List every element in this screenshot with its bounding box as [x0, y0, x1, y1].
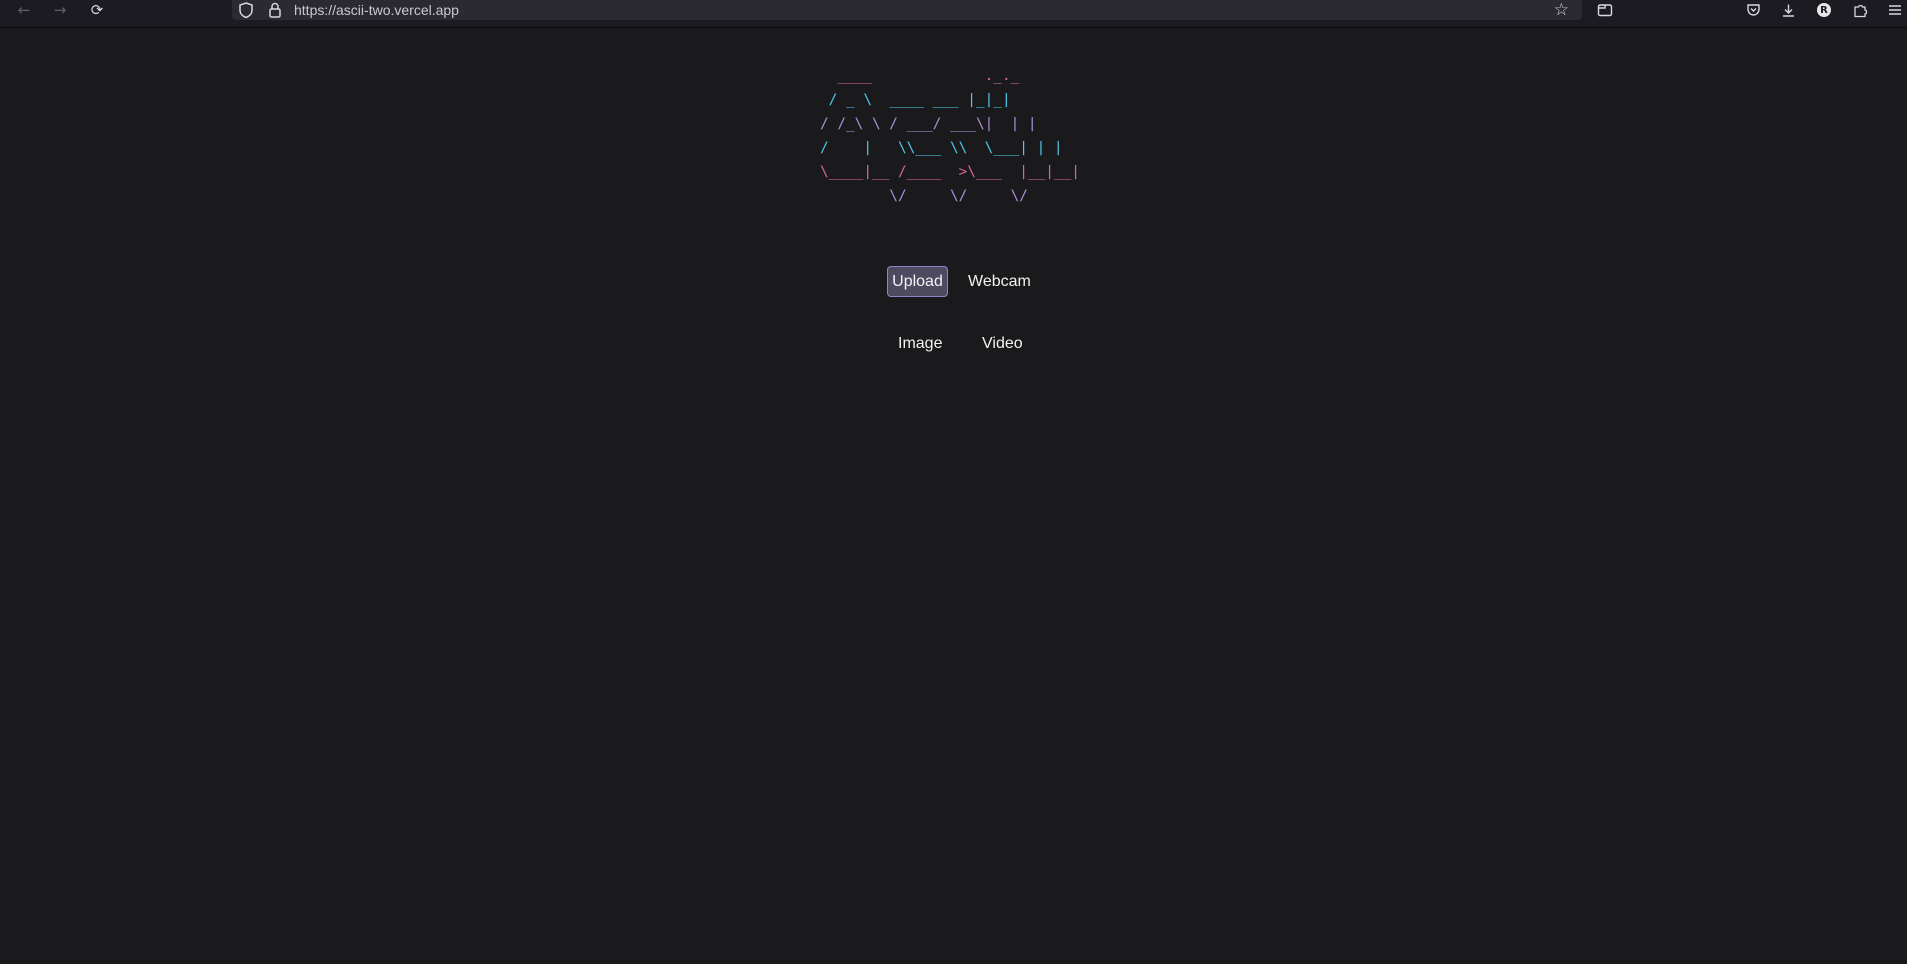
logo-line-5: \____|__ /____ >\___ |__|__|: [820, 164, 1080, 180]
logo-line-1: ____ ._._: [820, 68, 1028, 84]
folder-icon[interactable]: [1596, 1, 1614, 19]
url-text[interactable]: https://ascii-two.vercel.app: [294, 2, 459, 18]
logo-line-3: / /_\ \ / ___/ ___\| | |: [820, 116, 1037, 132]
webcam-button[interactable]: Webcam: [963, 266, 1035, 297]
account-avatar[interactable]: R: [1815, 1, 1833, 19]
browser-toolbar: ← → ⟳ https://ascii-two.vercel.app ☆ R: [0, 0, 1907, 28]
shield-icon[interactable]: [238, 1, 254, 19]
address-bar[interactable]: https://ascii-two.vercel.app ☆: [232, 0, 1582, 20]
ascii-logo: ____ ._._ / _ \ ____ ___ |_|_| / /_\ \ /…: [820, 64, 1080, 208]
download-icon[interactable]: [1779, 1, 1797, 19]
image-button[interactable]: Image: [893, 328, 947, 359]
logo-line-4: / | \\___ \\ \___| | |: [820, 140, 1063, 156]
star-icon[interactable]: ☆: [1554, 0, 1569, 20]
hamburger-icon[interactable]: [1886, 1, 1904, 19]
lock-icon[interactable]: [267, 1, 283, 19]
video-button[interactable]: Video: [977, 328, 1027, 359]
logo-line-2: / _ \ ____ ___ |_|_|: [820, 92, 1011, 108]
avatar-initial: R: [1817, 3, 1831, 17]
back-arrow-icon[interactable]: ←: [10, 0, 38, 20]
pocket-icon[interactable]: [1744, 1, 1762, 19]
upload-button[interactable]: Upload: [887, 266, 948, 297]
puzzle-icon[interactable]: [1851, 1, 1869, 19]
logo-line-6: \/ \/ \/: [820, 188, 1080, 204]
reload-icon[interactable]: ⟳: [83, 0, 111, 20]
forward-arrow-icon[interactable]: →: [46, 0, 74, 20]
